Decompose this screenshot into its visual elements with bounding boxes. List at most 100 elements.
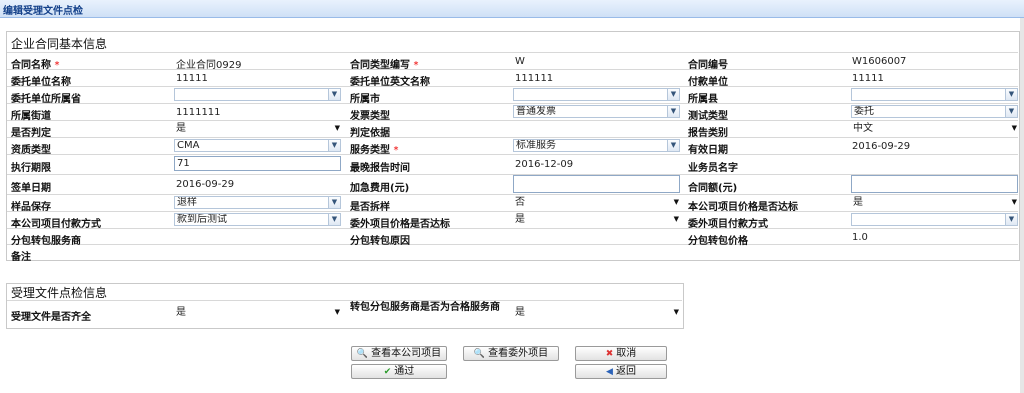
chevron-down-icon[interactable]: ▼: [667, 140, 679, 151]
city-label: 所属市: [350, 94, 380, 105]
service-type-combo[interactable]: 标准服务 ▼: [513, 139, 680, 152]
street-label: 所属街道: [11, 111, 51, 122]
row-divider: [7, 103, 1018, 104]
dropdown-arrow-icon[interactable]: ▼: [674, 306, 679, 319]
qualification-combo[interactable]: CMA ▼: [174, 139, 341, 152]
county-label: 所属县: [688, 94, 718, 105]
chevron-down-icon[interactable]: ▼: [328, 89, 340, 100]
sample-keep-combo[interactable]: 退样 ▼: [174, 196, 341, 209]
chevron-down-icon[interactable]: ▼: [1005, 214, 1017, 225]
chevron-down-icon[interactable]: ▼: [328, 140, 340, 151]
docs-complete-label: 受理文件是否齐全: [11, 312, 91, 323]
urgent-fee-label: 加急费用(元): [350, 183, 410, 194]
required-mark: *: [54, 60, 60, 71]
contract-name-label: 合同名称 *: [11, 60, 60, 71]
view-ext-projects-button[interactable]: 🔍 查看委外项目: [463, 346, 559, 361]
contract-amount-label: 合同额(元): [688, 183, 738, 194]
ext-pay-method-combo[interactable]: ▼: [851, 213, 1018, 226]
check-icon: ✔: [383, 367, 392, 377]
qualified-provider-label: 转包分包服务商是否为合格服务商: [350, 302, 500, 313]
dropdown-arrow-icon[interactable]: ▼: [335, 122, 340, 135]
sample-keep-label: 样品保存: [11, 202, 51, 213]
salesman-label: 业务员名字: [688, 163, 738, 174]
sub-price-value: 1.0: [852, 232, 868, 243]
contract-name-value: 企业合同0929: [176, 60, 242, 71]
inspect-info-title: 受理文件点检信息: [11, 286, 108, 300]
required-mark: *: [393, 145, 399, 156]
chevron-down-icon[interactable]: ▼: [328, 214, 340, 225]
row-divider: [7, 300, 682, 301]
close-icon: ✖: [605, 349, 614, 359]
row-divider: [7, 194, 1018, 195]
chevron-down-icon[interactable]: ▼: [667, 89, 679, 100]
required-mark: *: [413, 60, 419, 71]
latest-report-value: 2016-12-09: [515, 159, 574, 170]
ext-pay-method-label: 委外项目付款方式: [688, 219, 768, 230]
dropdown-arrow-icon[interactable]: ▼: [1012, 196, 1017, 209]
valid-date-value: 2016-09-29: [852, 141, 911, 152]
row-divider: [7, 211, 1018, 212]
payer-value: 11111: [852, 73, 884, 84]
chevron-down-icon[interactable]: ▼: [328, 197, 340, 208]
service-type-label: 服务类型 *: [350, 145, 399, 156]
chevron-down-icon[interactable]: ▼: [667, 106, 679, 117]
dropdown-arrow-icon[interactable]: ▼: [674, 213, 679, 226]
invoice-type-combo[interactable]: 普通发票 ▼: [513, 105, 680, 118]
dropdown-arrow-icon[interactable]: ▼: [335, 306, 340, 319]
search-icon: 🔍: [356, 349, 369, 359]
pay-method-combo[interactable]: 款到后测试 ▼: [174, 213, 341, 226]
back-button[interactable]: ◀ 返回: [575, 364, 667, 379]
window-titlebar: 编辑受理文件点检: [0, 0, 1024, 18]
county-combo[interactable]: ▼: [851, 88, 1018, 101]
contract-type-no-value: W: [515, 56, 525, 67]
search-icon: 🔍: [473, 349, 486, 359]
is-disassemble-select[interactable]: 否 ▼: [513, 196, 681, 209]
qualification-label: 资质类型: [11, 145, 51, 156]
urgent-fee-input[interactable]: [513, 175, 680, 193]
dropdown-arrow-icon[interactable]: ▼: [674, 196, 679, 209]
qualified-provider-select[interactable]: 是 ▼: [513, 306, 681, 319]
vertical-scrollbar[interactable]: [1020, 18, 1024, 393]
client-name-value: 11111: [176, 73, 208, 84]
contract-no-value: W1606007: [852, 56, 907, 67]
test-type-label: 测试类型: [688, 111, 728, 122]
chevron-down-icon[interactable]: ▼: [1005, 106, 1017, 117]
latest-report-label: 最晚报告时间: [350, 163, 410, 174]
exec-period-input[interactable]: 71: [174, 156, 341, 171]
dropdown-arrow-icon[interactable]: ▼: [1012, 122, 1017, 135]
ext-price-ok-select[interactable]: 是 ▼: [513, 213, 681, 226]
row-divider: [7, 52, 1018, 53]
sign-date-value: 2016-09-29: [176, 179, 235, 190]
chevron-down-icon[interactable]: ▼: [1005, 89, 1017, 100]
sub-price-label: 分包转包价格: [688, 236, 748, 247]
payer-label: 付款单位: [688, 77, 728, 88]
is-disassemble-label: 是否拆样: [350, 202, 390, 213]
back-arrow-icon: ◀: [606, 367, 613, 377]
report-type-select[interactable]: 中文 ▼: [851, 122, 1019, 135]
cancel-button[interactable]: ✖ 取消: [575, 346, 667, 361]
pass-button[interactable]: ✔ 通过: [351, 364, 447, 379]
invoice-type-label: 发票类型: [350, 111, 390, 122]
client-province-combo[interactable]: ▼: [174, 88, 341, 101]
is-judged-select[interactable]: 是 ▼: [174, 122, 342, 135]
sign-date-label: 签单日期: [11, 183, 51, 194]
street-value: 1111111: [176, 107, 221, 118]
remark-label: 备注: [11, 252, 31, 263]
row-divider: [7, 228, 1018, 229]
basic-info-title: 企业合同基本信息: [11, 37, 108, 51]
client-province-label: 委托单位所属省: [11, 94, 81, 105]
is-judged-label: 是否判定: [11, 128, 51, 139]
window-title: 编辑受理文件点检: [3, 6, 83, 17]
contract-type-no-label: 合同类型编写 *: [350, 60, 419, 71]
price-ok-select[interactable]: 是 ▼: [851, 196, 1019, 209]
row-divider: [7, 137, 1018, 138]
row-divider: [7, 69, 1018, 70]
row-divider: [7, 120, 1018, 121]
test-type-combo[interactable]: 委托 ▼: [851, 105, 1018, 118]
contract-amount-input[interactable]: [851, 175, 1018, 193]
valid-date-label: 有效日期: [688, 145, 728, 156]
view-own-projects-button[interactable]: 🔍 查看本公司项目: [351, 346, 447, 361]
docs-complete-select[interactable]: 是 ▼: [174, 306, 342, 319]
sub-provider-label: 分包转包服务商: [11, 236, 81, 247]
city-combo[interactable]: ▼: [513, 88, 680, 101]
